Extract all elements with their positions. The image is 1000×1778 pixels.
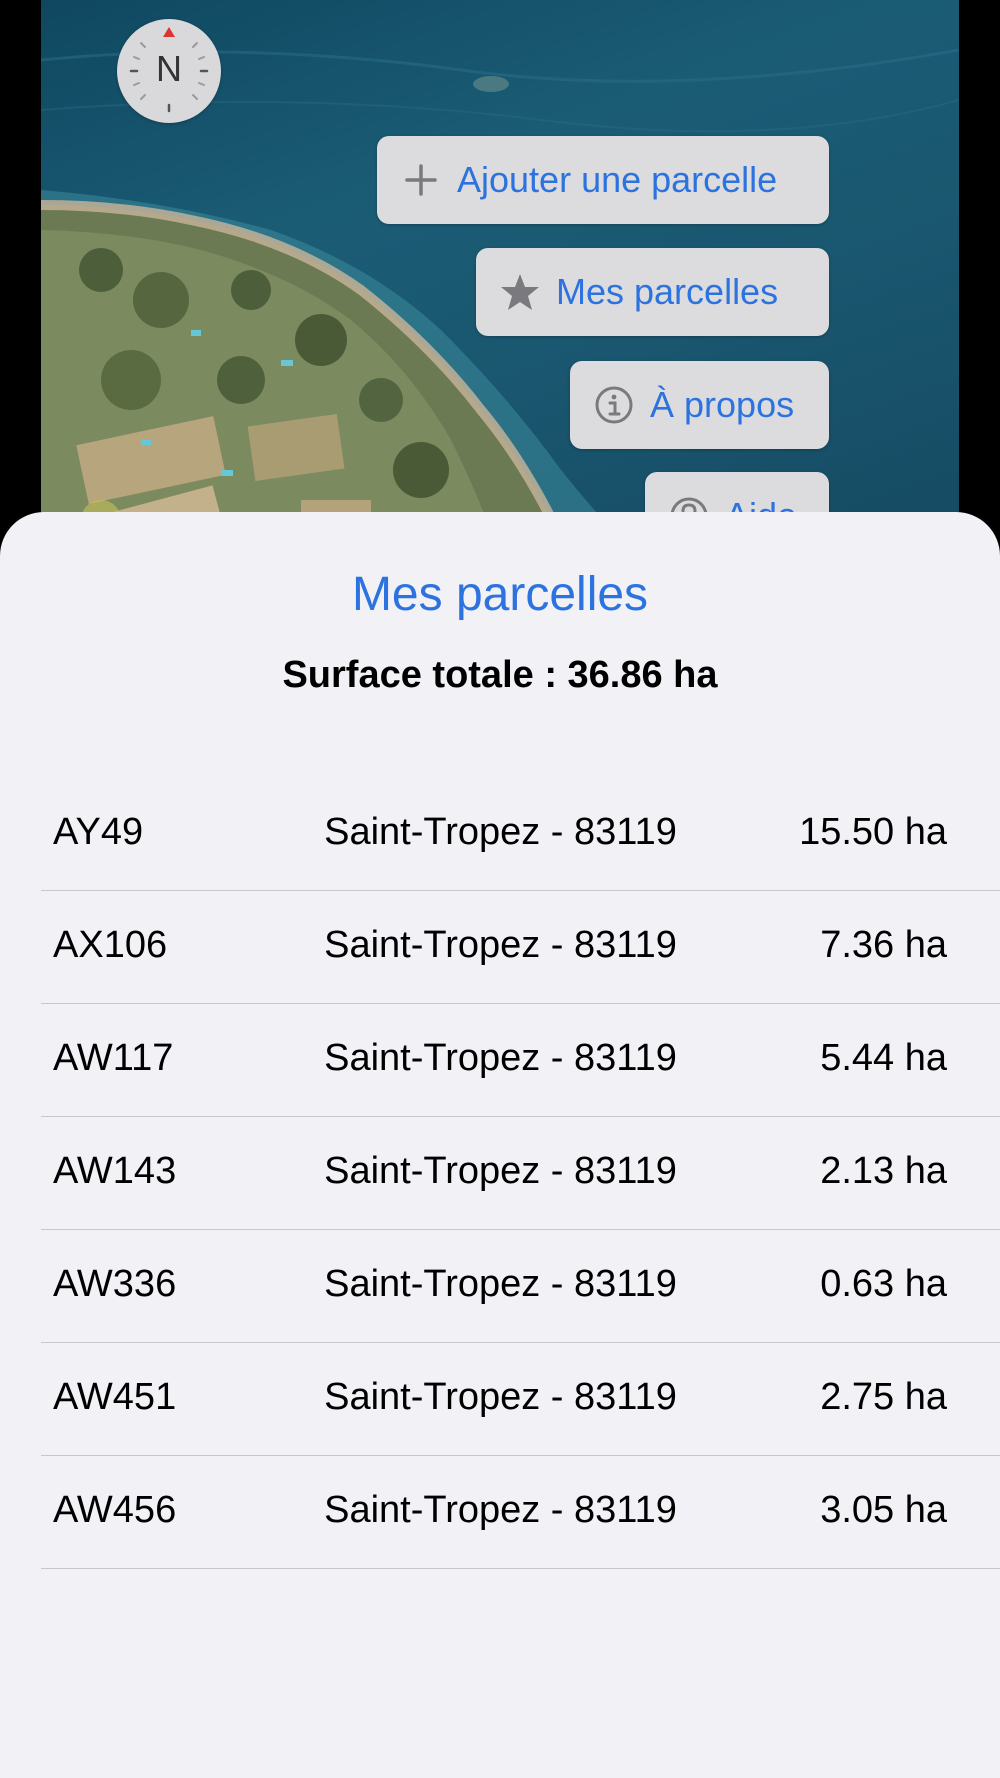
parcel-area: 7.36 ha <box>820 924 947 966</box>
about-button[interactable]: À propos <box>570 361 829 449</box>
parcel-area: 15.50 ha <box>799 811 947 853</box>
info-icon <box>594 385 634 425</box>
compass[interactable]: N <box>117 19 221 123</box>
parcel-list: AY49 Saint-Tropez - 83119 15.50 ha AX106… <box>41 778 1000 1569</box>
parcel-area: 0.63 ha <box>820 1263 947 1305</box>
parcel-row[interactable]: AW117 Saint-Tropez - 83119 5.44 ha <box>41 1004 1000 1117</box>
satellite-map[interactable]: N Ajouter une parcelle Mes parcelles À p… <box>41 0 959 560</box>
my-parcels-button[interactable]: Mes parcelles <box>476 248 829 336</box>
my-parcels-label: Mes parcelles <box>556 271 779 312</box>
parcel-area: 5.44 ha <box>820 1037 947 1079</box>
parcel-row[interactable]: AW143 Saint-Tropez - 83119 2.13 ha <box>41 1117 1000 1230</box>
compass-north-label: N <box>156 48 182 89</box>
plus-icon <box>401 160 441 200</box>
parcel-row[interactable]: AX106 Saint-Tropez - 83119 7.36 ha <box>41 891 1000 1004</box>
add-parcel-label: Ajouter une parcelle <box>457 159 778 200</box>
total-area: Surface totale : 36.86 ha <box>282 654 718 696</box>
parcel-row[interactable]: AW456 Saint-Tropez - 83119 3.05 ha <box>41 1456 1000 1569</box>
sheet-title: Mes parcelles <box>351 568 649 621</box>
parcel-row[interactable]: AY49 Saint-Tropez - 83119 15.50 ha <box>41 778 1000 891</box>
parcel-area: 2.13 ha <box>820 1150 947 1192</box>
parcel-area: 3.05 ha <box>820 1489 947 1531</box>
add-parcel-button[interactable]: Ajouter une parcelle <box>377 136 829 224</box>
parcel-row[interactable]: AW336 Saint-Tropez - 83119 0.63 ha <box>41 1230 1000 1343</box>
about-label: À propos <box>650 384 795 425</box>
star-icon <box>500 272 540 312</box>
parcel-row[interactable]: AW451 Saint-Tropez - 83119 2.75 ha <box>41 1343 1000 1456</box>
parcel-area: 2.75 ha <box>820 1376 947 1418</box>
